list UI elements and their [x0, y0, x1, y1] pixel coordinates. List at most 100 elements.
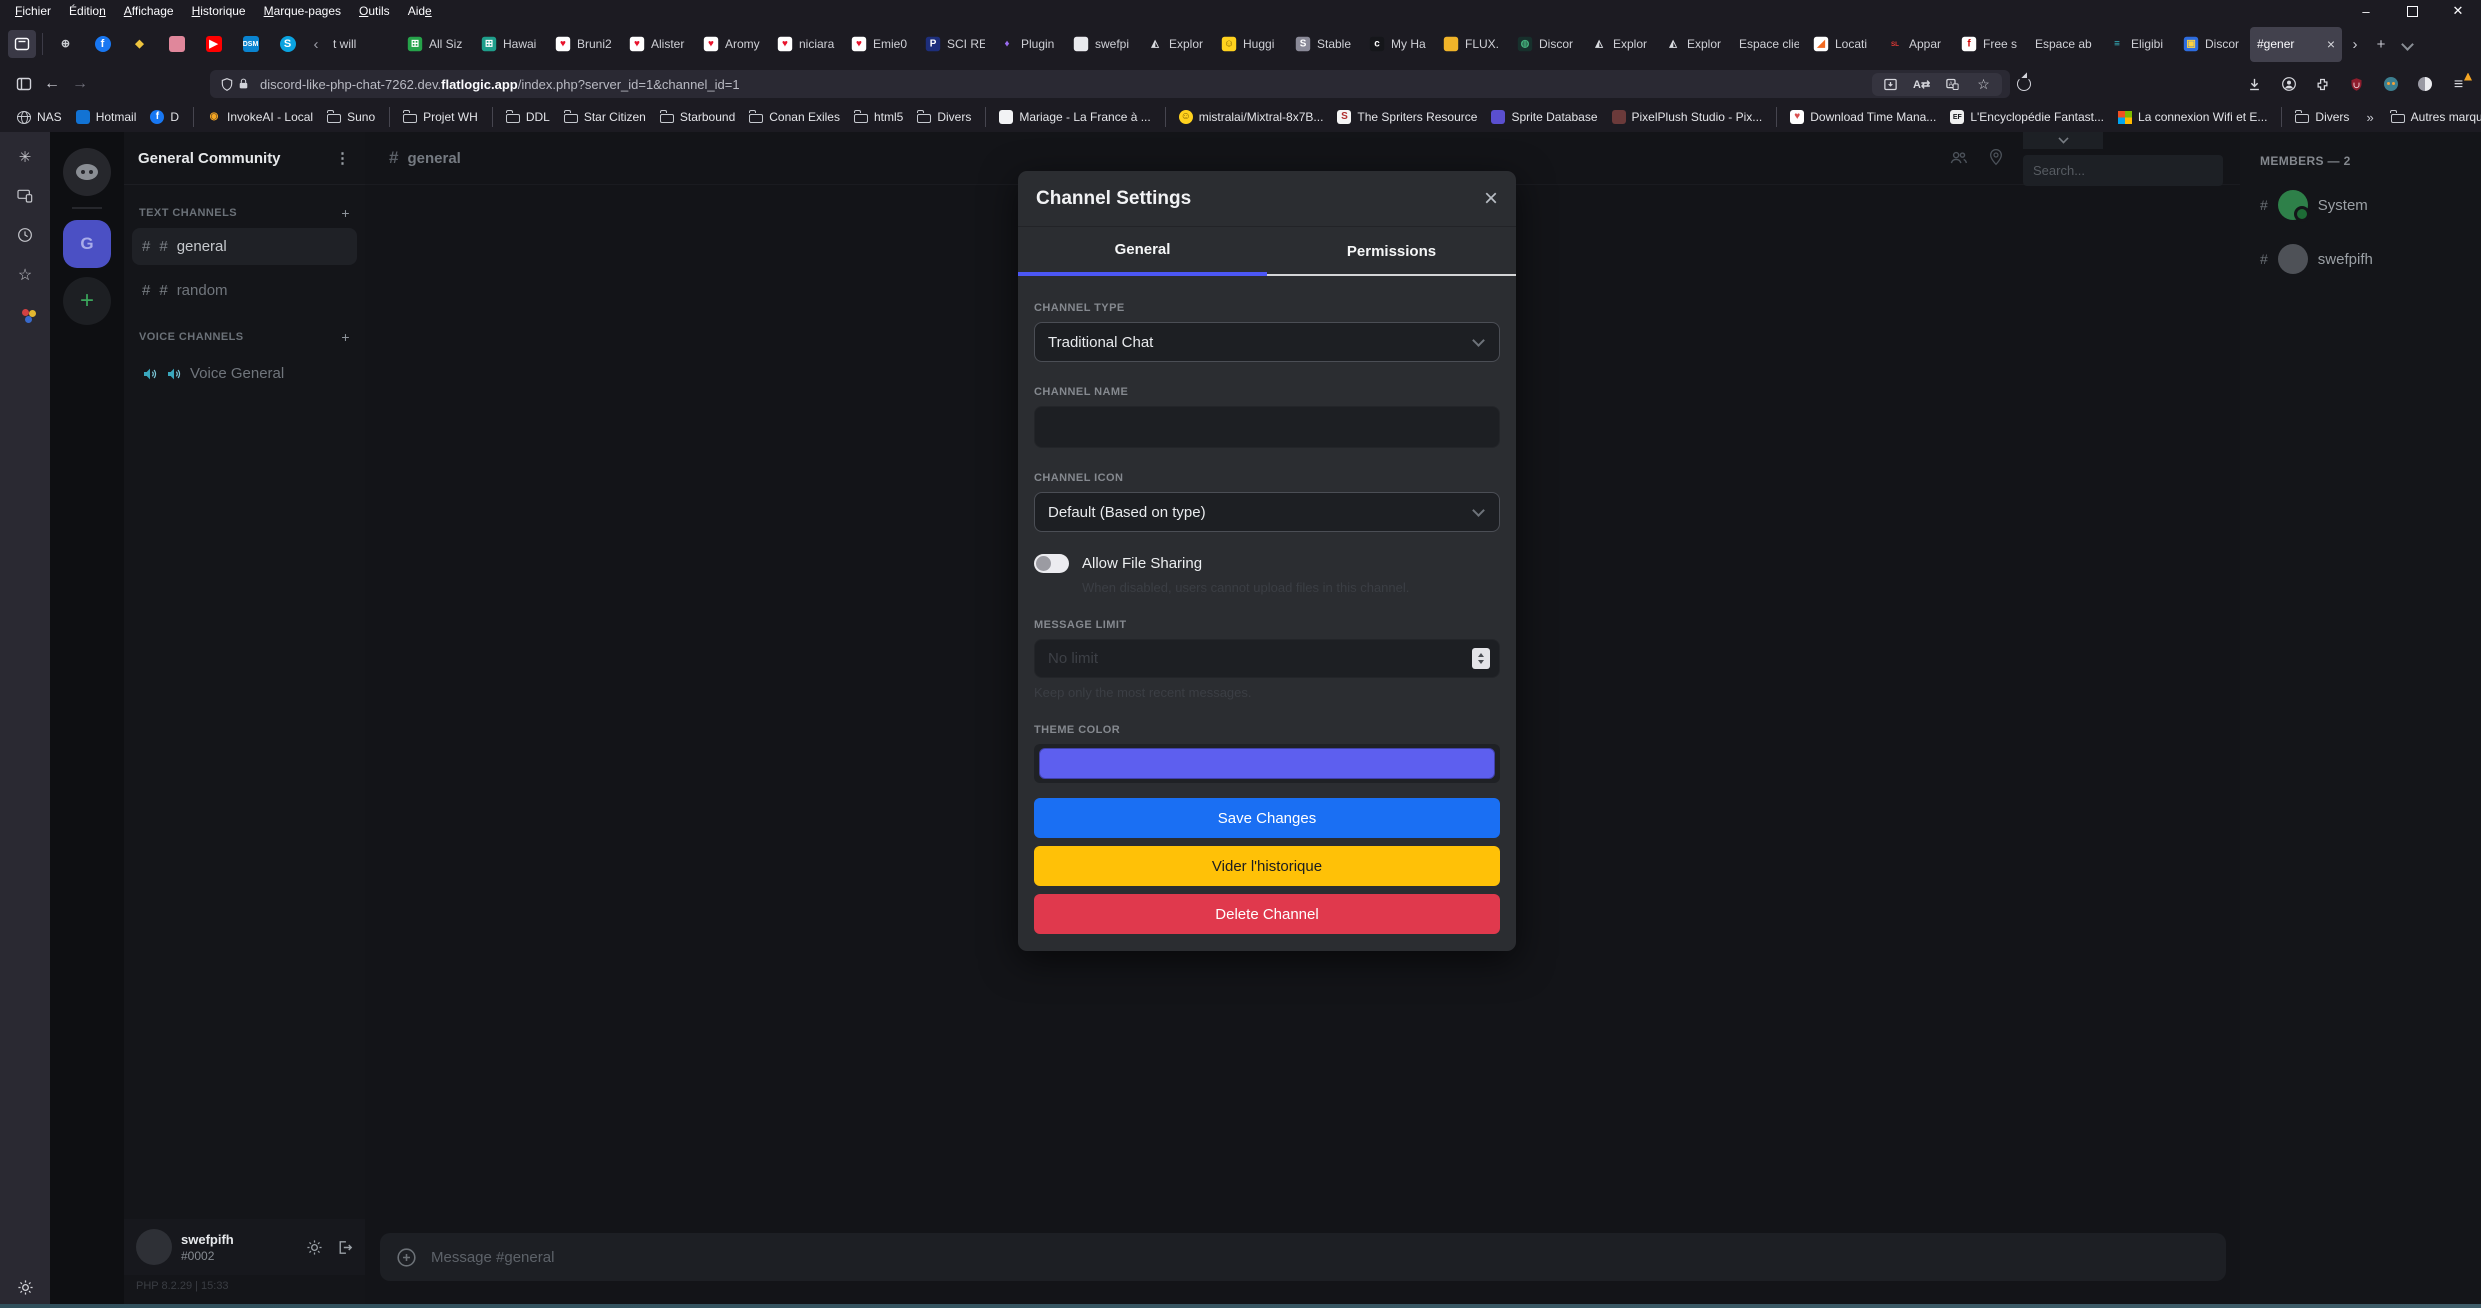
- bookmark-item[interactable]: Conan Exiles: [742, 107, 847, 127]
- bookmark-item[interactable]: PixelPlush Studio - Pix...: [1605, 107, 1770, 127]
- theme-color-swatch[interactable]: [1039, 748, 1495, 779]
- text-channel-item[interactable]: # # random: [132, 272, 357, 309]
- browser-tab[interactable]: Espace ab: [2028, 27, 2102, 62]
- pinned-tab[interactable]: S: [269, 27, 306, 61]
- bookmark-item[interactable]: La connexion Wifi et E...: [2111, 107, 2274, 127]
- server-header[interactable]: General Community ⋮: [124, 132, 365, 185]
- reload-button[interactable]: [2010, 70, 2038, 98]
- browser-tab[interactable]: ◭ Explor: [1140, 27, 1214, 62]
- bookmark-item[interactable]: Sprite Database: [1484, 107, 1604, 127]
- add-voice-channel-button[interactable]: +: [341, 329, 350, 345]
- message-limit-input[interactable]: [1034, 639, 1500, 678]
- member-row[interactable]: # System: [2260, 190, 2481, 220]
- bookmark-star-icon[interactable]: ☆: [1975, 76, 1992, 93]
- bookmark-item[interactable]: Mariage - La France à ...: [985, 107, 1157, 127]
- pinned-tab[interactable]: ◆: [121, 27, 158, 61]
- tracking-shield-icon[interactable]: [218, 76, 235, 93]
- add-text-channel-button[interactable]: +: [341, 205, 350, 221]
- browser-tab[interactable]: ◍ Discor: [1510, 27, 1584, 62]
- browser-tab[interactable]: FLUX.: [1436, 27, 1510, 62]
- tab-general[interactable]: General: [1018, 227, 1267, 276]
- firefox-view-button[interactable]: [8, 30, 36, 58]
- channel-type-select[interactable]: Traditional Chat: [1034, 322, 1500, 362]
- menu-item[interactable]: Édition: [60, 1, 115, 21]
- attach-plus-icon[interactable]: [396, 1247, 417, 1268]
- menu-item[interactable]: Historique: [183, 1, 255, 21]
- bookmark-item[interactable]: Hotmail: [69, 107, 144, 127]
- tab-close-icon[interactable]: ×: [2327, 36, 2335, 52]
- browser-tab[interactable]: ♥ Bruni2: [548, 27, 622, 62]
- ai-chatbot-icon[interactable]: ✳: [17, 148, 34, 165]
- spinner-down-icon[interactable]: [1478, 660, 1484, 667]
- number-spinner[interactable]: [1472, 648, 1490, 669]
- minimize-button[interactable]: –: [2343, 0, 2389, 22]
- logout-icon[interactable]: [336, 1239, 353, 1256]
- bookmark-item[interactable]: ◉ InvokeAI - Local: [193, 107, 320, 127]
- maximize-button[interactable]: [2389, 0, 2435, 22]
- browser-tab[interactable]: S Stable: [1288, 27, 1362, 62]
- sidebar-settings-button[interactable]: [0, 1279, 50, 1296]
- back-button[interactable]: ←: [38, 70, 66, 98]
- forward-button[interactable]: →: [66, 70, 94, 98]
- containers-icon[interactable]: [17, 304, 34, 321]
- browser-tab[interactable]: ♥ Emie0: [844, 27, 918, 62]
- app-menu-button[interactable]: ≡: [2450, 76, 2467, 93]
- history-clock-icon[interactable]: [17, 226, 34, 243]
- list-all-tabs-button[interactable]: [2394, 31, 2420, 57]
- scroll-tabs-left-button[interactable]: ‹: [306, 36, 326, 53]
- add-server-button[interactable]: +: [63, 277, 111, 325]
- pinned-tab[interactable]: ⊕: [47, 27, 84, 61]
- bookmark-item[interactable]: html5: [847, 107, 910, 127]
- account-icon[interactable]: [2280, 76, 2297, 93]
- bookmark-item[interactable]: ☺ mistralai/Mixtral-8x7B...: [1165, 107, 1331, 127]
- browser-tab[interactable]: P SCI RE: [918, 27, 992, 62]
- proxy-extension-icon[interactable]: [2416, 76, 2433, 93]
- robot-extension-icon[interactable]: [2382, 76, 2399, 93]
- browser-tab[interactable]: ♦ Plugin: [992, 27, 1066, 62]
- save-page-icon[interactable]: [1882, 76, 1899, 93]
- header-dropdown-button[interactable]: [2023, 132, 2103, 149]
- spinner-up-icon[interactable]: [1478, 650, 1484, 657]
- menu-item[interactable]: Outils: [350, 1, 399, 21]
- reader-translate-icon[interactable]: A: [1944, 76, 1961, 93]
- browser-tab[interactable]: ♥ Alister: [622, 27, 696, 62]
- bookmark-item[interactable]: S The Spriters Resource: [1330, 107, 1484, 127]
- pinned-tab[interactable]: DSM: [232, 27, 269, 61]
- browser-tab[interactable]: ♥ niciara: [770, 27, 844, 62]
- menu-item[interactable]: Affichage: [115, 1, 183, 21]
- browser-tab[interactable]: ⊞ All Siz: [400, 27, 474, 62]
- sidebar-toggle-button[interactable]: [10, 70, 38, 98]
- bookmark-item[interactable]: f D: [143, 107, 186, 127]
- bookmarks-star-icon[interactable]: ☆: [17, 265, 34, 282]
- message-input-bar[interactable]: Message #general: [380, 1233, 2226, 1281]
- ublock-origin-icon[interactable]: [2348, 76, 2365, 93]
- bookmarks-overflow-button[interactable]: »: [2356, 110, 2383, 125]
- pinned-tab[interactable]: ▶: [195, 27, 232, 61]
- browser-tab[interactable]: ☺ Huggi: [1214, 27, 1288, 62]
- modal-close-icon[interactable]: ×: [1484, 187, 1498, 211]
- synced-tabs-icon[interactable]: [17, 187, 34, 204]
- scroll-tabs-right-button[interactable]: ›: [2342, 31, 2368, 57]
- voice-channel-item[interactable]: Voice General: [132, 357, 357, 390]
- menu-item[interactable]: Fichier: [6, 1, 60, 21]
- channel-name-input[interactable]: [1034, 406, 1500, 448]
- browser-tab[interactable]: ◭ Explor: [1584, 27, 1658, 62]
- server-icon-general-community[interactable]: G: [63, 220, 111, 268]
- member-row[interactable]: # swefpifh: [2260, 244, 2481, 274]
- bookmark-item[interactable]: Starbound: [653, 107, 742, 127]
- other-bookmarks-button[interactable]: Autres marque-pages: [2384, 107, 2481, 127]
- url-bar[interactable]: discord-like-php-chat-7262.dev.flatlogic…: [210, 70, 2010, 98]
- downloads-icon[interactable]: [2246, 76, 2263, 93]
- browser-tab[interactable]: ▣ Discor: [2176, 27, 2250, 62]
- browser-tab[interactable]: ≡ Eligibi: [2102, 27, 2176, 62]
- bookmark-item[interactable]: Divers: [910, 107, 978, 127]
- delete-channel-button[interactable]: Delete Channel: [1034, 894, 1500, 934]
- search-input[interactable]: [2023, 155, 2223, 186]
- theme-color-picker[interactable]: [1034, 744, 1500, 783]
- bookmark-item[interactable]: ♥ Download Time Mana...: [1776, 107, 1943, 127]
- new-tab-button[interactable]: +: [2368, 31, 2394, 57]
- menu-item[interactable]: Aide: [399, 1, 441, 21]
- browser-tab[interactable]: swefpi: [1066, 27, 1140, 62]
- user-avatar[interactable]: [136, 1229, 172, 1265]
- text-channel-item[interactable]: # # general: [132, 228, 357, 265]
